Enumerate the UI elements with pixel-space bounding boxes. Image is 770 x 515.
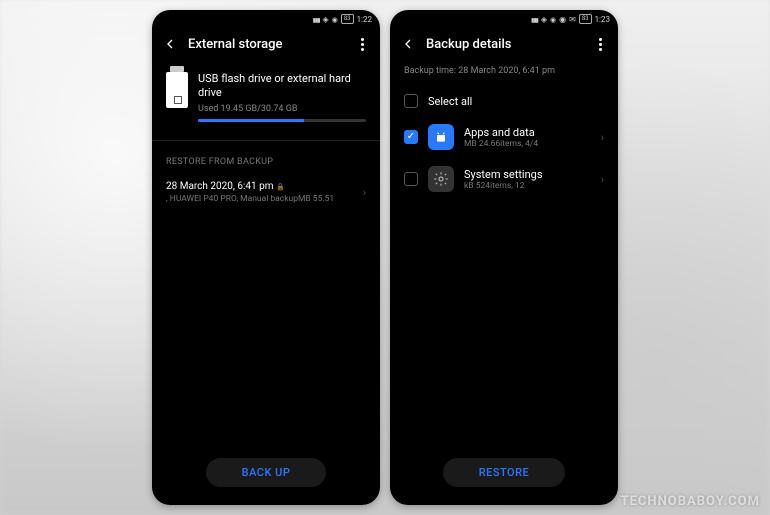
battery-indicator: 83	[579, 14, 592, 24]
clock: 1:23	[595, 15, 610, 24]
chevron-right-icon: ›	[601, 131, 604, 144]
app-bar: External storage	[152, 28, 380, 60]
signal-icon	[313, 15, 320, 24]
chevron-right-icon: ›	[363, 186, 366, 199]
phone-external-storage: 83 1:22 External storage USB flash drive…	[152, 10, 380, 505]
item-checkbox[interactable]	[404, 130, 418, 144]
battery-indicator: 83	[341, 14, 354, 24]
eye-comfort-icon	[332, 15, 338, 24]
divider	[152, 140, 380, 141]
item-title: Apps and data	[464, 126, 591, 139]
backup-entry[interactable]: 28 March 2020, 6:41 pm , HUAWEI P40 PRO,…	[152, 173, 380, 212]
more-options-button[interactable]	[354, 36, 370, 52]
backup-button[interactable]: BACK UP	[206, 458, 327, 487]
wifi-icon	[541, 15, 547, 24]
settings-gear-icon	[428, 166, 454, 192]
lock-icon	[276, 181, 285, 192]
select-all-row[interactable]: Select all	[390, 86, 618, 116]
storage-progress-fill	[198, 119, 304, 122]
app-bar: Backup details	[390, 28, 618, 60]
select-all-label: Select all	[428, 95, 472, 108]
back-button[interactable]	[162, 36, 178, 52]
wifi-icon	[323, 15, 329, 24]
item-title: System settings	[464, 168, 591, 181]
restore-button[interactable]: RESTORE	[443, 458, 566, 487]
item-checkbox[interactable]	[404, 172, 418, 186]
status-bar: ◉ ✉ 83 1:23	[390, 10, 618, 28]
messenger-icon: ◉	[559, 15, 566, 24]
mail-icon: ✉	[569, 15, 576, 24]
backup-time-label: Backup time: 28 March 2020, 6:41 pm	[390, 60, 618, 86]
storage-card[interactable]: USB flash drive or external hard drive U…	[152, 60, 380, 134]
backup-item-apps[interactable]: Apps and data MB 24.66items, 4/4 ›	[390, 116, 618, 158]
status-bar: 83 1:22	[152, 10, 380, 28]
section-label-restore: RESTORE FROM BACKUP	[152, 147, 380, 173]
chevron-right-icon: ›	[601, 173, 604, 186]
watermark: TECHNOBABOY.COM	[621, 494, 760, 509]
backup-entry-sub: , HUAWEI P40 PRO, Manual backupMB 55.51	[166, 194, 355, 204]
item-sub: MB 24.66items, 4/4	[464, 139, 591, 149]
signal-icon	[531, 15, 538, 24]
clock: 1:22	[357, 15, 372, 24]
more-options-button[interactable]	[592, 36, 608, 52]
item-sub: kB 524items, 12	[464, 181, 591, 191]
page-title: External storage	[188, 37, 344, 52]
eye-comfort-icon	[550, 15, 556, 24]
storage-progress	[198, 119, 366, 122]
phone-backup-details: ◉ ✉ 83 1:23 Backup details Backup time: …	[390, 10, 618, 505]
select-all-checkbox[interactable]	[404, 94, 418, 108]
back-button[interactable]	[400, 36, 416, 52]
android-apps-icon	[428, 124, 454, 150]
backup-entry-title: 28 March 2020, 6:41 pm	[166, 181, 355, 192]
page-title: Backup details	[426, 37, 582, 52]
storage-used-label: Used 19.45 GB/30.74 GB	[198, 104, 366, 114]
storage-title: USB flash drive or external hard drive	[198, 72, 366, 101]
backup-item-settings[interactable]: System settings kB 524items, 12 ›	[390, 158, 618, 200]
usb-drive-icon	[166, 72, 188, 108]
